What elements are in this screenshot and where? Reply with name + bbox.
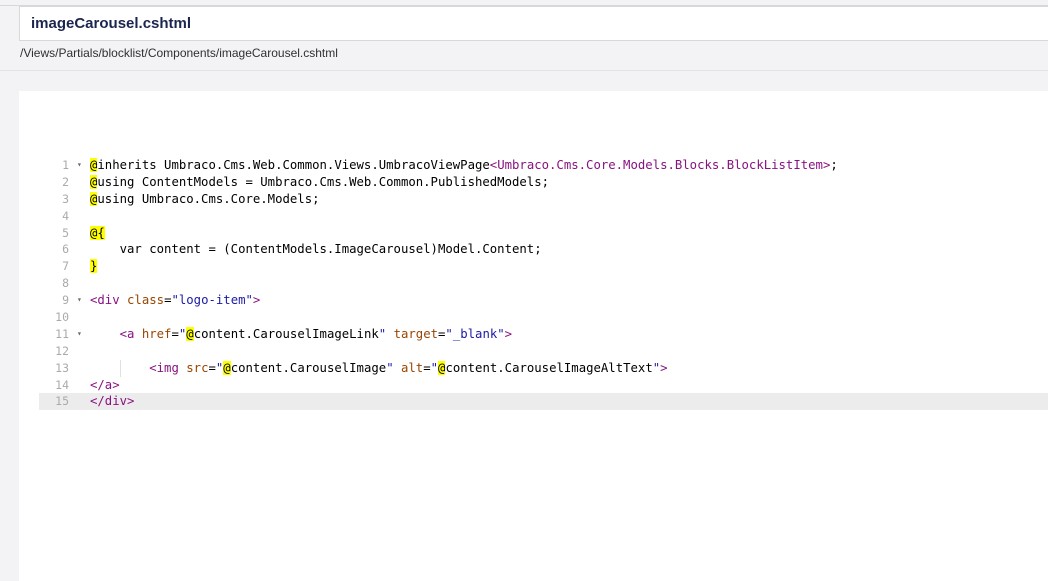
code-line[interactable]: 5 @{ bbox=[39, 225, 1048, 242]
line-number: 11 bbox=[55, 326, 69, 341]
fold-toggle-icon[interactable]: ▾ bbox=[77, 292, 87, 309]
code-text[interactable]: @using ContentModels = Umbraco.Cms.Web.C… bbox=[90, 174, 549, 191]
code-text[interactable]: <div class="logo-item"> bbox=[90, 292, 260, 309]
line-number: 15 bbox=[55, 394, 69, 409]
code-token: = bbox=[171, 326, 179, 341]
line-number: 12 bbox=[55, 343, 69, 358]
code-token: var content = (ContentModels.ImageCarous… bbox=[90, 242, 542, 257]
code-text[interactable]: <a href="@content.CarouselImageLink" tar… bbox=[90, 326, 512, 343]
code-line[interactable]: 8 bbox=[39, 275, 1048, 292]
code-line[interactable]: 2 @using ContentModels = Umbraco.Cms.Web.… bbox=[39, 174, 1048, 191]
code-token: <div bbox=[90, 293, 128, 308]
code-text[interactable]: var content = (ContentModels.ImageCarous… bbox=[90, 241, 542, 258]
code-token: > bbox=[660, 360, 668, 375]
code-text[interactable]: @{ bbox=[90, 225, 105, 242]
code-line[interactable]: 14 </a> bbox=[39, 377, 1048, 394]
code-line[interactable]: 7} bbox=[39, 258, 1048, 275]
code-text[interactable]: <img src="@content.CarouselImage" alt="@… bbox=[90, 360, 668, 377]
code-token: " bbox=[430, 360, 439, 375]
code-editor[interactable]: 1 ▾ @inherits Umbraco.Cms.Web.Common.Views… bbox=[19, 91, 1048, 581]
code-token: content.CarouselImageAltText bbox=[445, 360, 653, 375]
code-token: = bbox=[423, 360, 431, 375]
fold-toggle-icon[interactable]: ▾ bbox=[77, 326, 87, 343]
code-token: inherits Umbraco.Cms.Web.Common.Views.Um… bbox=[97, 158, 490, 172]
code-line[interactable]: 1 ▾ @inherits Umbraco.Cms.Web.Common.Views… bbox=[39, 157, 1048, 174]
code-token: "logo-item" bbox=[171, 293, 253, 308]
line-number: 5 bbox=[62, 225, 69, 240]
code-line[interactable]: 13 <img src="@content.CarouselImage" alt… bbox=[39, 359, 1048, 377]
line-number: 14 bbox=[55, 377, 69, 392]
code-token: @ bbox=[223, 360, 231, 375]
code-text[interactable]: </a> bbox=[90, 377, 120, 394]
code-line[interactable]: 15 </div> bbox=[39, 393, 1048, 411]
file-path: /Views/Partials/blocklist/Components/ima… bbox=[20, 46, 338, 60]
code-text[interactable]: @using Umbraco.Cms.Core.Models; bbox=[90, 191, 320, 208]
line-number: 7 bbox=[62, 259, 69, 274]
code-line[interactable]: 6 var content = (ContentModels.ImageCaro… bbox=[39, 241, 1048, 258]
line-number: 6 bbox=[62, 242, 69, 257]
code-token: " bbox=[386, 360, 394, 375]
code-token: using Umbraco.Cms.Core.Models; bbox=[97, 191, 320, 206]
line-number: 4 bbox=[62, 208, 69, 223]
code-text[interactable]: } bbox=[90, 258, 98, 275]
code-token: <a bbox=[119, 326, 142, 341]
code-token: target bbox=[393, 326, 439, 341]
code-line[interactable]: 9 ▾ <div class="logo-item"> bbox=[39, 292, 1048, 309]
code-token: alt bbox=[401, 360, 424, 375]
line-number: 9 bbox=[62, 293, 69, 308]
fold-toggle-icon[interactable]: ▾ bbox=[77, 157, 87, 174]
code-token: href bbox=[141, 326, 172, 341]
code-token: using ContentModels = Umbraco.Cms.Web.Co… bbox=[97, 174, 550, 189]
code-token: > bbox=[252, 293, 261, 308]
code-text[interactable]: </div> bbox=[90, 393, 134, 410]
code-line[interactable]: 3 @using Umbraco.Cms.Core.Models; bbox=[39, 191, 1048, 208]
code-token: ; bbox=[830, 158, 838, 172]
code-token: > bbox=[504, 326, 513, 341]
code-token: <img bbox=[149, 360, 187, 375]
code-token: <Umbraco.Cms.Core.Models.Blocks.BlockLis… bbox=[489, 158, 831, 172]
code-line[interactable]: 12 bbox=[39, 343, 1048, 360]
code-token: @{ bbox=[90, 225, 105, 240]
code-token: </a> bbox=[90, 377, 120, 392]
line-number: 13 bbox=[55, 360, 69, 375]
line-number: 8 bbox=[62, 276, 69, 291]
code-token: "_blank" bbox=[445, 326, 505, 341]
code-token: = bbox=[208, 360, 216, 375]
code-line[interactable]: 4 bbox=[39, 208, 1048, 225]
line-number: 1 bbox=[62, 158, 69, 172]
header-divider bbox=[0, 70, 1048, 71]
file-name-input[interactable] bbox=[19, 6, 1048, 41]
code-token: src bbox=[186, 360, 209, 375]
code-line[interactable]: 10 bbox=[39, 309, 1048, 326]
line-number: 10 bbox=[55, 310, 69, 325]
code-token: content.CarouselImage bbox=[230, 360, 387, 375]
code-lines[interactable]: 1 ▾ @inherits Umbraco.Cms.Web.Common.Views… bbox=[39, 157, 1048, 411]
code-line[interactable]: 11 ▾ <a href="@content.CarouselImageLink"… bbox=[39, 326, 1048, 343]
code-text[interactable]: @inherits Umbraco.Cms.Web.Common.Views.U… bbox=[90, 157, 838, 174]
code-token: class bbox=[127, 293, 165, 308]
code-token: </div> bbox=[90, 394, 135, 409]
code-token: @ bbox=[186, 326, 194, 341]
code-token: content.CarouselImageLink bbox=[193, 326, 379, 341]
line-number: 3 bbox=[62, 191, 69, 206]
code-token: } bbox=[90, 259, 98, 274]
line-number: 2 bbox=[62, 174, 69, 189]
